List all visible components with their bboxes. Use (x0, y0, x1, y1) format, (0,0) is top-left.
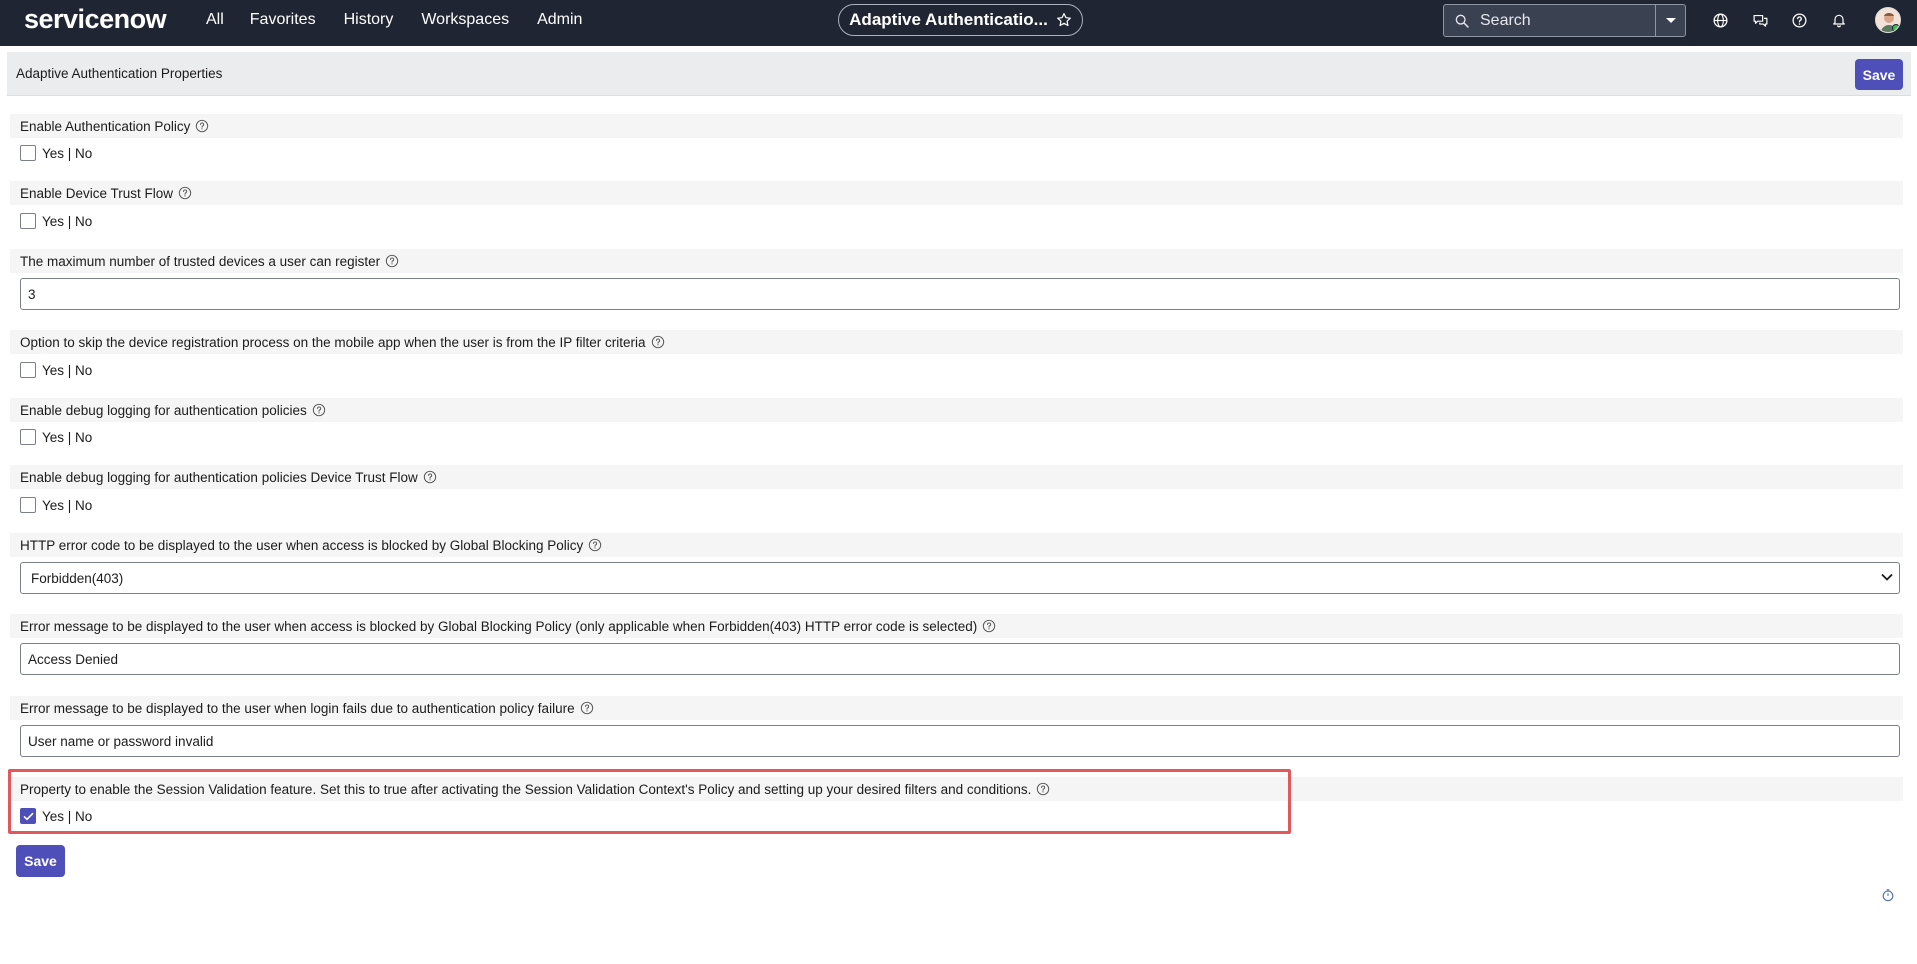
help-icon[interactable] (195, 119, 209, 133)
save-button-bottom[interactable]: Save (16, 845, 65, 877)
help-icon[interactable] (580, 701, 594, 715)
help-icon[interactable] (982, 619, 996, 633)
search-scope-dropdown[interactable] (1655, 5, 1686, 36)
property-checkbox-row[interactable]: Yes | No (20, 496, 92, 514)
property-checkbox-row[interactable]: Yes | No (20, 212, 92, 230)
help-icon[interactable] (1789, 10, 1809, 30)
help-icon[interactable] (588, 538, 602, 552)
globe-icon[interactable] (1710, 10, 1730, 30)
save-button-top[interactable]: Save (1855, 59, 1903, 90)
timer-icon[interactable] (1881, 888, 1895, 902)
property-label: HTTP error code to be displayed to the u… (10, 533, 1903, 557)
highlight-box (8, 769, 1291, 834)
nav-admin[interactable]: Admin (537, 11, 582, 29)
checkbox[interactable] (20, 429, 36, 445)
search-placeholder: Search (1480, 11, 1531, 29)
checkbox[interactable] (20, 362, 36, 378)
help-icon[interactable] (178, 186, 192, 200)
context-title-pill[interactable]: Adaptive Authenticatio... (838, 4, 1083, 36)
property-checkbox-row[interactable]: Yes | No (20, 428, 92, 446)
property-label: Enable Device Trust Flow (10, 181, 1903, 205)
caret-down-icon (1666, 17, 1676, 23)
top-nav: servicenow All Favorites History Workspa… (0, 0, 1917, 46)
login-failure-message-input[interactable]: User name or password invalid (20, 725, 1900, 757)
help-icon[interactable] (423, 470, 437, 484)
checkbox[interactable] (20, 145, 36, 161)
form-header: Adaptive Authentication Properties (7, 52, 1911, 96)
blocked-error-message-input[interactable]: Access Denied (20, 643, 1900, 675)
context-title: Adaptive Authenticatio... (849, 10, 1048, 29)
chevron-down-icon (1881, 573, 1893, 581)
search-icon (1455, 14, 1469, 28)
star-icon[interactable] (1056, 12, 1072, 28)
property-label: The maximum number of trusted devices a … (10, 249, 1903, 273)
help-icon[interactable] (312, 403, 326, 417)
bell-icon[interactable] (1829, 10, 1849, 30)
property-checkbox-row[interactable]: Yes | No (20, 144, 92, 162)
checkbox[interactable] (20, 497, 36, 513)
user-avatar[interactable] (1875, 7, 1901, 33)
nav-favorites[interactable]: Favorites (250, 11, 316, 29)
help-icon[interactable] (651, 335, 665, 349)
property-label: Error message to be displayed to the use… (10, 614, 1903, 638)
property-label: Error message to be displayed to the use… (10, 696, 1903, 720)
property-label: Enable debug logging for authentication … (10, 398, 1903, 422)
property-checkbox-row[interactable]: Yes | No (20, 361, 92, 379)
nav-history[interactable]: History (344, 11, 394, 29)
max-trusted-devices-input[interactable]: 3 (20, 278, 1900, 310)
chat-icon[interactable] (1750, 10, 1770, 30)
servicenow-logo[interactable]: servicenow (24, 4, 167, 35)
property-label: Enable Authentication Policy (10, 114, 1903, 138)
property-label: Option to skip the device registration p… (10, 330, 1903, 354)
help-icon[interactable] (385, 254, 399, 268)
nav-workspaces[interactable]: Workspaces (421, 11, 509, 29)
search-input[interactable]: Search (1444, 5, 1655, 36)
page-title: Adaptive Authentication Properties (16, 66, 223, 81)
nav-all[interactable]: All (206, 11, 224, 29)
global-search[interactable]: Search (1443, 4, 1686, 37)
http-error-code-select[interactable]: Forbidden(403) (20, 562, 1900, 594)
nav-menu: All Favorites History Workspaces Admin (206, 0, 610, 40)
online-status-dot (1892, 24, 1900, 32)
checkbox[interactable] (20, 213, 36, 229)
property-label: Enable debug logging for authentication … (10, 465, 1903, 489)
select-value: Forbidden(403) (31, 570, 124, 586)
